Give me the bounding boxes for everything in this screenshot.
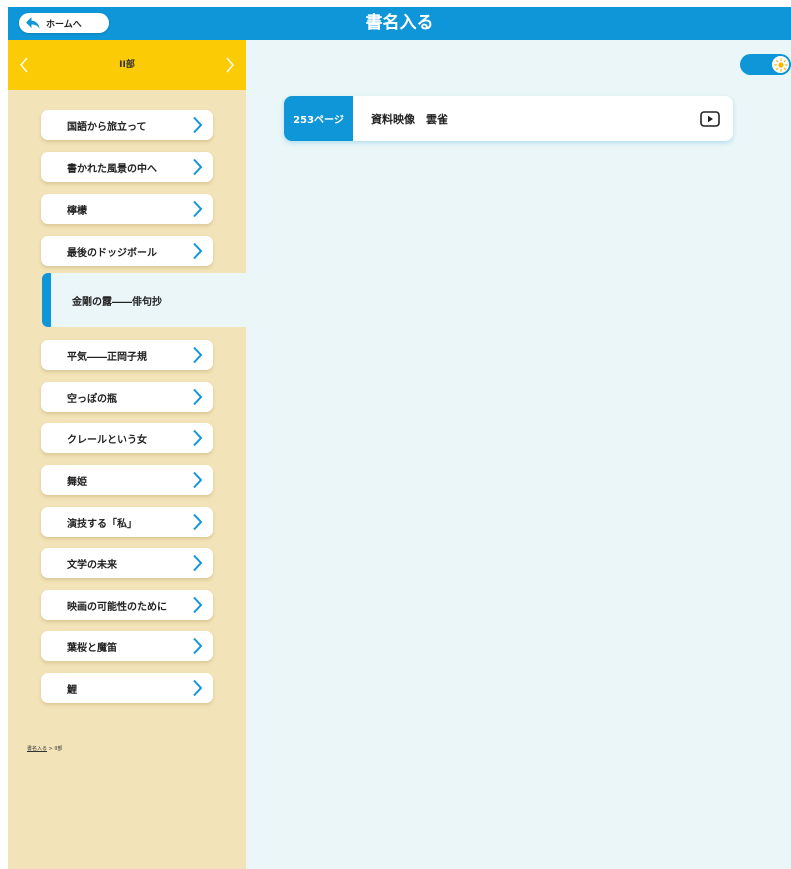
material-title: 資料映像 雲雀 <box>371 112 448 126</box>
sun-icon <box>772 56 789 73</box>
chevron-right-icon <box>189 511 205 533</box>
home-button[interactable]: ホームへ <box>19 13 109 33</box>
sidebar: II部 国語から旅立って 書かれた風景の中へ 檸檬 最後のドッジボール 金剛の露… <box>8 40 246 869</box>
chapter-label: 書かれた風景の中へ <box>67 163 157 175</box>
chapter-item[interactable]: 書かれた風景の中へ <box>41 152 213 182</box>
chevron-right-icon <box>189 635 205 657</box>
breadcrumb-root-link[interactable]: 書名入る <box>27 746 47 752</box>
chapter-item[interactable]: 檸檬 <box>41 194 213 224</box>
chevron-right-icon <box>189 114 205 136</box>
chapter-label: 映画の可能性のために <box>67 601 167 613</box>
page-title: 書名入る <box>365 13 434 33</box>
chapter-item-active[interactable]: 金剛の露――俳句抄 <box>42 273 246 327</box>
chevron-right-icon <box>189 552 205 574</box>
chevron-right-icon <box>189 677 205 699</box>
theme-toggle[interactable] <box>740 54 791 75</box>
chapter-label: 平気――正岡子規 <box>67 351 147 363</box>
chapter-label: 檸檬 <box>67 205 87 217</box>
chapter-label: 空っぽの瓶 <box>67 393 117 405</box>
chapter-label: 舞姫 <box>67 476 87 488</box>
chapter-label: 鯉 <box>67 684 77 696</box>
chapter-label: 国語から旅立って <box>67 121 147 133</box>
chapter-item[interactable]: 空っぽの瓶 <box>41 382 213 412</box>
material-card[interactable]: 253ページ 資料映像 雲雀 <box>284 96 733 141</box>
page-badge: 253ページ <box>284 96 353 141</box>
chevron-right-icon <box>189 469 205 491</box>
chevron-right-icon <box>189 594 205 616</box>
chevron-right-icon <box>189 427 205 449</box>
chapter-item[interactable]: 映画の可能性のために <box>41 590 213 620</box>
chevron-right-icon <box>189 240 205 262</box>
chevron-right-icon <box>189 198 205 220</box>
breadcrumb: 書名入る > II部 <box>27 745 62 752</box>
chevron-right-icon[interactable] <box>220 53 240 77</box>
breadcrumb-current: II部 <box>54 746 63 752</box>
chapter-item[interactable]: 文学の未来 <box>41 548 213 578</box>
back-arrow-icon <box>22 13 44 33</box>
app-frame: 書名入る ホームへ II部 国語から旅立って 書かれた風景の中へ 檸檬 最後のド… <box>8 7 791 869</box>
chapter-item[interactable]: 演技する「私」 <box>41 507 213 537</box>
chapter-label: 演技する「私」 <box>67 518 137 530</box>
chapter-item[interactable]: 国語から旅立って <box>41 110 213 140</box>
active-indicator <box>42 273 51 327</box>
chapter-item[interactable]: 舞姫 <box>41 465 213 495</box>
part-selector: II部 <box>8 40 246 90</box>
chapter-label: 最後のドッジボール <box>67 247 157 259</box>
chapter-item[interactable]: クレールという女 <box>41 423 213 453</box>
part-label: II部 <box>119 60 135 70</box>
chapter-label: 葉桜と魔笛 <box>67 642 117 654</box>
chapter-item[interactable]: 平気――正岡子規 <box>41 340 213 370</box>
chapter-label: 金剛の露――俳句抄 <box>72 296 162 308</box>
chevron-right-icon <box>189 386 205 408</box>
chevron-right-icon <box>189 156 205 178</box>
chapter-label: クレールという女 <box>67 434 147 446</box>
chapter-item[interactable]: 最後のドッジボール <box>41 236 213 266</box>
chapter-label: 文学の未来 <box>67 559 117 571</box>
play-icon[interactable] <box>699 108 721 130</box>
chapter-item[interactable]: 葉桜と魔笛 <box>41 631 213 661</box>
chapter-item[interactable]: 鯉 <box>41 673 213 703</box>
chevron-right-icon <box>189 344 205 366</box>
header-bar: 書名入る ホームへ <box>8 7 791 40</box>
home-button-label: ホームへ <box>46 19 82 30</box>
